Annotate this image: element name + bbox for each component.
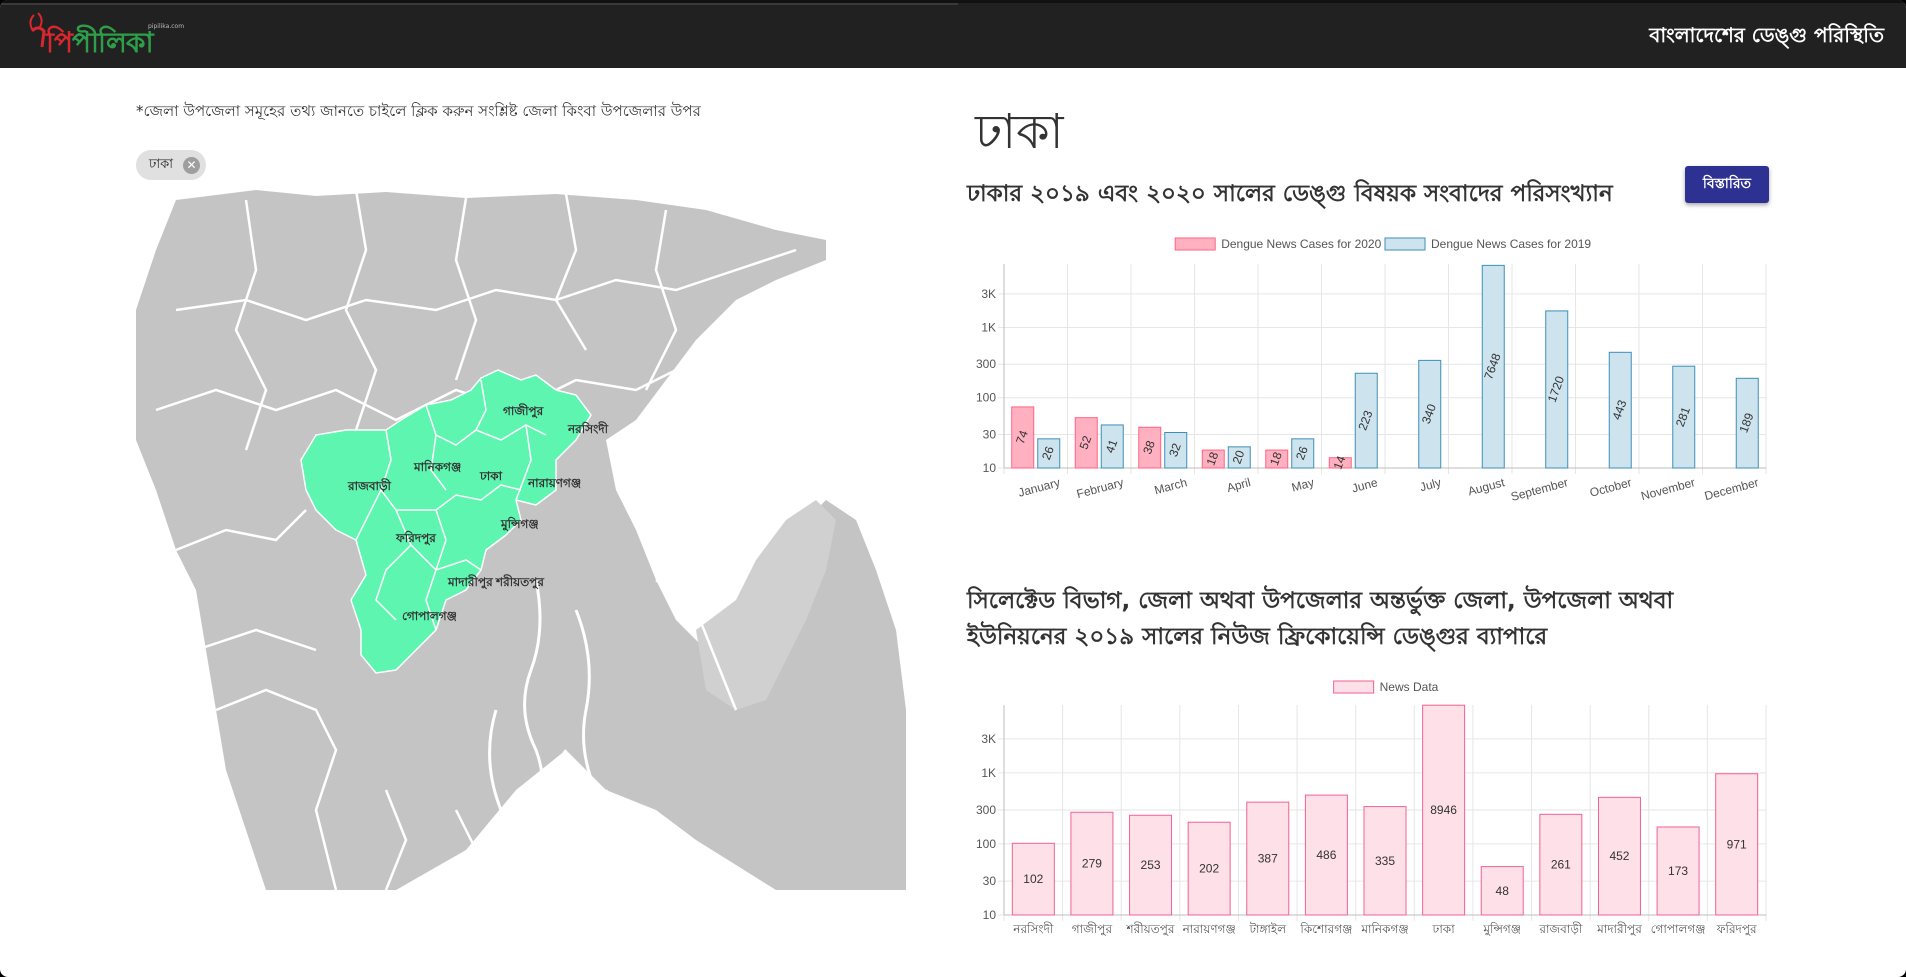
bar-data-label: 253: [1141, 858, 1161, 872]
y-tick-label: 30: [983, 874, 997, 888]
map-label-narayanganj[interactable]: নারায়ণগঞ্জ: [527, 476, 581, 490]
x-tick-label: February: [1075, 475, 1125, 501]
logo-url: pipilika.com: [148, 23, 185, 30]
y-tick-label: 300: [976, 357, 996, 371]
map-label-manikganj[interactable]: মানিকগঞ্জ: [413, 459, 461, 474]
map-label-gopalganj[interactable]: গোপালগঞ্জ: [402, 609, 457, 623]
bar-data-label: 202: [1199, 862, 1219, 876]
bar-data-label: 335: [1375, 854, 1395, 868]
map-label-madaripur[interactable]: মাদারীপুর: [447, 574, 493, 591]
bangladesh-map[interactable]: গাজীপুর নরসিংদী মানিকগঞ্জ ঢাকা নারায়ণগঞ…: [136, 190, 906, 890]
legend-label: Dengue News Cases for 2019: [1431, 237, 1591, 251]
map-label-faridpur[interactable]: ফরিদপুর: [395, 530, 436, 547]
x-tick-label: ঢাকা: [1432, 922, 1456, 936]
chip-remove-icon[interactable]: ✕: [183, 157, 200, 174]
x-tick-label: মুন্সিগঞ্জ: [1482, 922, 1521, 937]
bar-data-label: 102: [1023, 872, 1043, 886]
bar-data-label: 173: [1668, 864, 1688, 878]
legend-label: News Data: [1380, 680, 1439, 694]
bar-data-label: 261: [1551, 858, 1571, 872]
x-tick-label: টাঙ্গাইল: [1248, 922, 1287, 936]
map-label-dhaka[interactable]: ঢাকা: [479, 469, 503, 483]
y-tick-label: 300: [976, 803, 996, 817]
map-hint-text: *জেলা উপজেলা সমূহের তথ্য জানতে চাইলে ক্ল…: [136, 102, 701, 120]
legend-label: Dengue News Cases for 2020: [1221, 237, 1381, 251]
x-tick-label: May: [1290, 475, 1316, 494]
bar-data-label: 486: [1316, 848, 1336, 862]
y-tick-label: 30: [983, 427, 997, 441]
x-tick-label: September: [1509, 475, 1569, 504]
bar-data-label: 971: [1727, 837, 1747, 851]
x-tick-label: July: [1418, 475, 1442, 494]
y-tick-label: 3K: [981, 732, 996, 746]
bar-data-label: 14: [1331, 454, 1349, 472]
bar-data-label: 279: [1082, 857, 1102, 871]
bar-data-label: 48: [1496, 884, 1510, 898]
x-tick-label: মাদারীপুর: [1596, 922, 1642, 937]
x-tick-label: March: [1153, 475, 1189, 497]
x-tick-label: August: [1466, 475, 1506, 498]
x-tick-label: নারায়ণগঞ্জ: [1182, 922, 1236, 936]
details-button[interactable]: বিস্তারিত: [1685, 166, 1769, 203]
map-label-rajbari[interactable]: রাজবাড়ী: [347, 478, 392, 493]
legend-swatch: [1384, 237, 1426, 251]
selected-district-chip: ঢাকা ✕: [136, 150, 206, 180]
x-tick-label: রাজবাড়ী: [1538, 922, 1583, 936]
map-label-shariatpur[interactable]: শরীয়তপুর: [495, 574, 544, 591]
x-tick-label: October: [1588, 475, 1633, 500]
top-navbar: পিপীলিকা pipilika.com বাংলাদেশের ডেঙ্গু …: [0, 0, 1906, 68]
district-title: ঢাকা: [975, 104, 1064, 160]
y-tick-label: 3K: [981, 287, 996, 301]
x-tick-label: January: [1017, 475, 1062, 500]
pipilika-logo[interactable]: পিপীলিকা pipilika.com: [22, 9, 184, 59]
x-tick-label: নরসিংদী: [1012, 922, 1054, 936]
district-news-chart: News Data 10 30 100 300 1K 3K 102 নরসিংদী 279 গাজী…: [976, 680, 1767, 937]
y-tick-label: 100: [976, 391, 996, 405]
y-tick-label: 1K: [981, 766, 996, 780]
monthly-dengue-chart: Dengue News Cases for 2020 Dengue News Ca…: [976, 237, 1767, 504]
y-tick-label: 1K: [981, 320, 996, 334]
chart1-heading: ঢাকার ২০১৯ এবং ২০২০ সালের ডেঙ্গু বিষয়ক …: [967, 181, 1613, 207]
y-tick-label: 10: [983, 461, 997, 475]
x-tick-label: November: [1639, 475, 1696, 503]
page-progress-bar: [0, 3, 958, 5]
x-tick-label: April: [1225, 475, 1252, 495]
legend-swatch: [1174, 237, 1216, 251]
chart2-heading: সিলেক্টেড বিভাগ, জেলা অথবা উপজেলার অন্তর…: [967, 588, 1674, 650]
chip-label: ঢাকা: [149, 157, 173, 172]
bar-data-label: 8946: [1430, 803, 1457, 817]
site-title[interactable]: বাংলাদেশের ডেঙ্গু পরিস্থিতি: [1649, 21, 1884, 54]
y-tick-label: 10: [983, 908, 997, 922]
logo-text-red: পি: [46, 26, 73, 59]
x-tick-label: June: [1350, 475, 1379, 495]
map-label-gazipur[interactable]: গাজীপুর: [503, 403, 544, 420]
x-tick-label: গাজীপুর: [1072, 922, 1113, 937]
y-tick-label: 100: [976, 837, 996, 851]
legend-swatch: [1333, 680, 1375, 694]
x-tick-label: ফরিদপুর: [1716, 922, 1757, 937]
bar-data-label: 387: [1258, 852, 1278, 866]
map-label-narsingdi[interactable]: নরসিংদী: [567, 421, 609, 436]
x-tick-label: December: [1703, 475, 1760, 503]
x-tick-label: গোপালগঞ্জ: [1651, 922, 1706, 936]
x-tick-label: কিশোরগঞ্জ: [1299, 922, 1352, 936]
map-label-munshiganj[interactable]: মুন্সিগঞ্জ: [500, 516, 539, 533]
logo-text-green: পীলিকা: [72, 26, 154, 59]
x-tick-label: মানিকগঞ্জ: [1360, 922, 1408, 936]
x-tick-label: শরীয়তপুর: [1126, 922, 1175, 937]
bar-data-label: 452: [1609, 849, 1629, 863]
app-window: পিপীলিকা pipilika.com বাংলাদেশের ডেঙ্গু …: [0, 0, 1906, 977]
